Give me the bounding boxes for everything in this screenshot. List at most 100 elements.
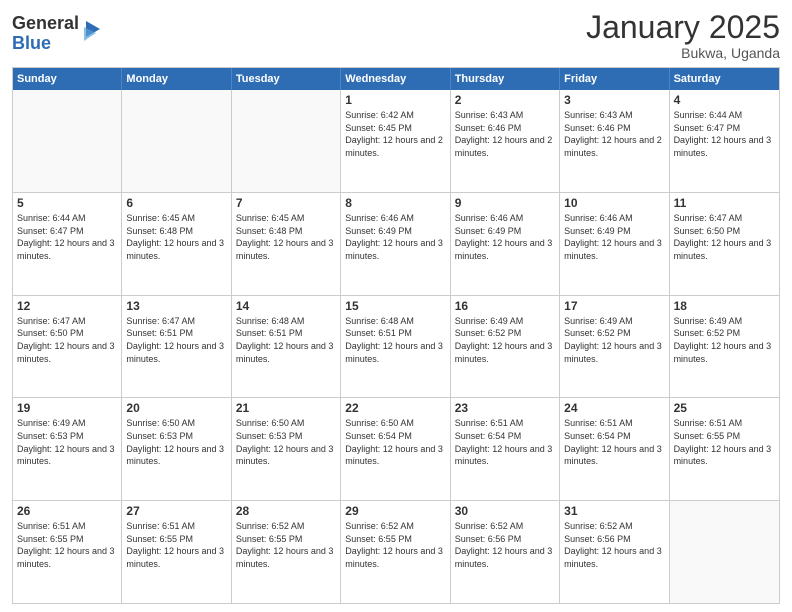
cell-details: Sunrise: 6:42 AM Sunset: 6:45 PM Dayligh… [345, 109, 445, 159]
calendar-cell: 21 Sunrise: 6:50 AM Sunset: 6:53 PM Dayli… [232, 398, 341, 500]
day-number: 18 [674, 299, 775, 313]
cell-details: Sunrise: 6:48 AM Sunset: 6:51 PM Dayligh… [236, 315, 336, 365]
cell-details: Sunrise: 6:51 AM Sunset: 6:55 PM Dayligh… [674, 417, 775, 467]
cell-details: Sunrise: 6:52 AM Sunset: 6:56 PM Dayligh… [455, 520, 555, 570]
page-header: General Blue January 2025 Bukwa, Uganda [12, 10, 780, 61]
cell-details: Sunrise: 6:49 AM Sunset: 6:52 PM Dayligh… [564, 315, 664, 365]
cell-details: Sunrise: 6:51 AM Sunset: 6:54 PM Dayligh… [455, 417, 555, 467]
calendar-cell: 29 Sunrise: 6:52 AM Sunset: 6:55 PM Dayli… [341, 501, 450, 603]
day-number: 3 [564, 93, 664, 107]
cell-details: Sunrise: 6:52 AM Sunset: 6:55 PM Dayligh… [345, 520, 445, 570]
logo: General Blue [12, 14, 102, 54]
day-number: 30 [455, 504, 555, 518]
calendar-cell: 31 Sunrise: 6:52 AM Sunset: 6:56 PM Dayli… [560, 501, 669, 603]
day-number: 23 [455, 401, 555, 415]
cell-details: Sunrise: 6:50 AM Sunset: 6:53 PM Dayligh… [236, 417, 336, 467]
cell-details: Sunrise: 6:47 AM Sunset: 6:50 PM Dayligh… [674, 212, 775, 262]
calendar-cell: 1Sunrise: 6:42 AM Sunset: 6:45 PM Daylig… [341, 90, 450, 192]
header-sunday: Sunday [13, 68, 122, 90]
calendar-cell: 14 Sunrise: 6:48 AM Sunset: 6:51 PM Dayli… [232, 296, 341, 398]
calendar-cell: 26Sunrise: 6:51 AM Sunset: 6:55 PM Dayli… [13, 501, 122, 603]
day-number: 12 [17, 299, 117, 313]
day-number: 25 [674, 401, 775, 415]
calendar-cell: 20 Sunrise: 6:50 AM Sunset: 6:53 PM Dayli… [122, 398, 231, 500]
calendar-cell: 19 Sunrise: 6:49 AM Sunset: 6:53 PM Dayli… [13, 398, 122, 500]
day-number: 8 [345, 196, 445, 210]
calendar-row-4: 26 Sunrise: 6:51 AM Sunset: 6:55 PM Dayli… [13, 501, 779, 603]
calendar-cell [13, 90, 122, 192]
calendar-row-3: 19 Sunrise: 6:49 AM Sunset: 6:53 PM Dayli… [13, 398, 779, 501]
cell-details: Sunrise: 6:45 AM Sunset: 6:48 PM Dayligh… [236, 212, 336, 262]
day-number: 19 [17, 401, 117, 415]
calendar-cell: 10Sunrise: 6:46 AM Sunset: 6:49 PM Dayli… [560, 193, 669, 295]
header-thursday: Thursday [451, 68, 560, 90]
day-number: 14 [236, 299, 336, 313]
calendar-cell: 16Sunrise: 6:49 AM Sunset: 6:52 PM Dayli… [451, 296, 560, 398]
calendar-cell: 17 Sunrise: 6:49 AM Sunset: 6:52 PM Dayli… [560, 296, 669, 398]
cell-details: Sunrise: 6:51 AM Sunset: 6:55 PM Dayligh… [126, 520, 226, 570]
day-number: 20 [126, 401, 226, 415]
calendar-cell: 15 Sunrise: 6:48 AM Sunset: 6:51 PM Dayli… [341, 296, 450, 398]
day-number: 21 [236, 401, 336, 415]
calendar-cell: 30 Sunrise: 6:52 AM Sunset: 6:56 PM Dayli… [451, 501, 560, 603]
cell-details: Sunrise: 6:43 AM Sunset: 6:46 PM Dayligh… [455, 109, 555, 159]
cell-details: Sunrise: 6:50 AM Sunset: 6:53 PM Dayligh… [126, 417, 226, 467]
calendar-header: Sunday Monday Tuesday Wednesday Thursday… [13, 68, 779, 90]
calendar-cell: 11 Sunrise: 6:47 AM Sunset: 6:50 PM Dayli… [670, 193, 779, 295]
cell-details: Sunrise: 6:47 AM Sunset: 6:51 PM Dayligh… [126, 315, 226, 365]
calendar-cell: 12 Sunrise: 6:47 AM Sunset: 6:50 PM Dayli… [13, 296, 122, 398]
calendar-cell: 8 Sunrise: 6:46 AM Sunset: 6:49 PM Daylig… [341, 193, 450, 295]
day-number: 29 [345, 504, 445, 518]
logo-general: General [12, 14, 79, 34]
calendar-cell [122, 90, 231, 192]
header-tuesday: Tuesday [232, 68, 341, 90]
logo-blue: Blue [12, 34, 79, 54]
calendar-cell: 6Sunrise: 6:45 AM Sunset: 6:48 PM Daylig… [122, 193, 231, 295]
header-saturday: Saturday [670, 68, 779, 90]
day-number: 2 [455, 93, 555, 107]
calendar-cell [670, 501, 779, 603]
calendar-cell: 24 Sunrise: 6:51 AM Sunset: 6:54 PM Dayli… [560, 398, 669, 500]
calendar-cell: 23 Sunrise: 6:51 AM Sunset: 6:54 PM Dayli… [451, 398, 560, 500]
day-number: 15 [345, 299, 445, 313]
header-wednesday: Wednesday [341, 68, 450, 90]
cell-details: Sunrise: 6:46 AM Sunset: 6:49 PM Dayligh… [455, 212, 555, 262]
calendar-cell: 22 Sunrise: 6:50 AM Sunset: 6:54 PM Dayli… [341, 398, 450, 500]
cell-details: Sunrise: 6:51 AM Sunset: 6:54 PM Dayligh… [564, 417, 664, 467]
cell-details: Sunrise: 6:47 AM Sunset: 6:50 PM Dayligh… [17, 315, 117, 365]
day-number: 22 [345, 401, 445, 415]
calendar-body: 1Sunrise: 6:42 AM Sunset: 6:45 PM Daylig… [13, 90, 779, 603]
day-number: 28 [236, 504, 336, 518]
calendar-cell: 5Sunrise: 6:44 AM Sunset: 6:47 PM Daylig… [13, 193, 122, 295]
day-number: 11 [674, 196, 775, 210]
cell-details: Sunrise: 6:44 AM Sunset: 6:47 PM Dayligh… [17, 212, 117, 262]
day-number: 31 [564, 504, 664, 518]
calendar-row-1: 5Sunrise: 6:44 AM Sunset: 6:47 PM Daylig… [13, 193, 779, 296]
calendar-row-2: 12 Sunrise: 6:47 AM Sunset: 6:50 PM Dayli… [13, 296, 779, 399]
cell-details: Sunrise: 6:50 AM Sunset: 6:54 PM Dayligh… [345, 417, 445, 467]
day-number: 16 [455, 299, 555, 313]
calendar-cell: 3 Sunrise: 6:43 AM Sunset: 6:46 PM Daylig… [560, 90, 669, 192]
calendar-cell: 2 Sunrise: 6:43 AM Sunset: 6:46 PM Daylig… [451, 90, 560, 192]
day-number: 17 [564, 299, 664, 313]
cell-details: Sunrise: 6:43 AM Sunset: 6:46 PM Dayligh… [564, 109, 664, 159]
cell-details: Sunrise: 6:49 AM Sunset: 6:52 PM Dayligh… [674, 315, 775, 365]
cell-details: Sunrise: 6:49 AM Sunset: 6:53 PM Dayligh… [17, 417, 117, 467]
cell-details: Sunrise: 6:52 AM Sunset: 6:55 PM Dayligh… [236, 520, 336, 570]
cell-details: Sunrise: 6:46 AM Sunset: 6:49 PM Dayligh… [345, 212, 445, 262]
calendar-cell [232, 90, 341, 192]
day-number: 26 [17, 504, 117, 518]
month-title: January 2025 [586, 10, 780, 45]
day-number: 24 [564, 401, 664, 415]
cell-details: Sunrise: 6:52 AM Sunset: 6:56 PM Dayligh… [564, 520, 664, 570]
header-monday: Monday [122, 68, 231, 90]
day-number: 9 [455, 196, 555, 210]
page-container: General Blue January 2025 Bukwa, Uganda … [0, 0, 792, 612]
calendar-cell: 18 Sunrise: 6:49 AM Sunset: 6:52 PM Dayli… [670, 296, 779, 398]
logo-text: General Blue [12, 14, 79, 54]
calendar-cell: 9 Sunrise: 6:46 AM Sunset: 6:49 PM Daylig… [451, 193, 560, 295]
header-friday: Friday [560, 68, 669, 90]
cell-details: Sunrise: 6:48 AM Sunset: 6:51 PM Dayligh… [345, 315, 445, 365]
day-number: 13 [126, 299, 226, 313]
day-number: 6 [126, 196, 226, 210]
